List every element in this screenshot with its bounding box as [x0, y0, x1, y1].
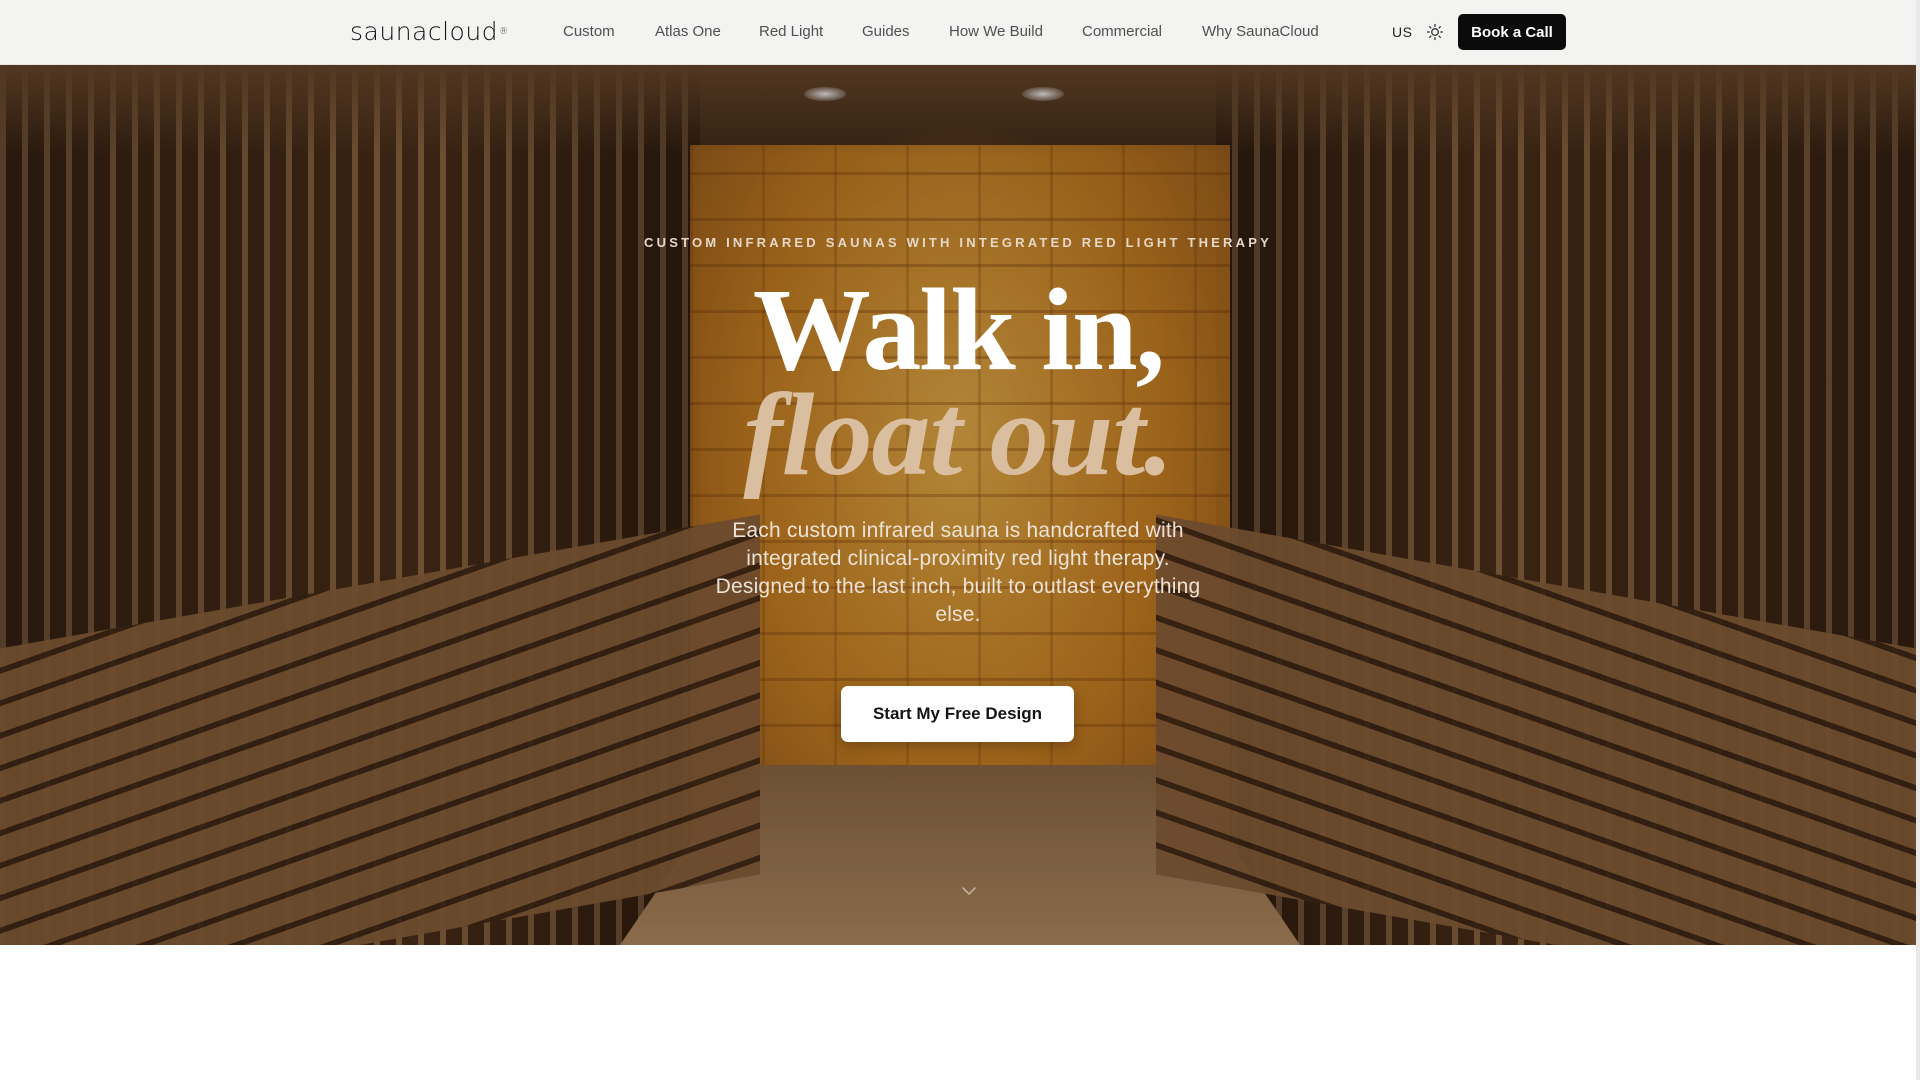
hero-dark-overlay: [0, 65, 1916, 945]
nav-link-how-we-build[interactable]: How We Build: [949, 22, 1043, 42]
nav-link-custom[interactable]: Custom: [563, 22, 615, 42]
nav-link-red-light[interactable]: Red Light: [759, 22, 823, 42]
nav-link-commercial[interactable]: Commercial: [1082, 22, 1162, 42]
region-selector[interactable]: US: [1392, 24, 1412, 40]
top-navigation: saunacloud® Custom Atlas One Red Light G…: [0, 0, 1916, 65]
book-a-call-button[interactable]: Book a Call: [1458, 14, 1566, 50]
sun-icon[interactable]: [1425, 22, 1445, 42]
hero-headline-line2: float out.: [743, 369, 1173, 500]
main-menu: Custom Atlas One Red Light Guides How We…: [0, 0, 1916, 64]
hero-description: Each custom infrared sauna is handcrafte…: [715, 519, 1201, 626]
hero-eyebrow: CUSTOM INFRARED SAUNAS WITH INTEGRATED R…: [644, 235, 1272, 250]
page-scrollbar[interactable]: [1916, 0, 1920, 1080]
nav-link-atlas-one[interactable]: Atlas One: [655, 22, 721, 42]
start-free-design-button[interactable]: Start My Free Design: [841, 686, 1074, 742]
hero-section: CUSTOM INFRARED SAUNAS WITH INTEGRATED R…: [0, 65, 1916, 945]
chevron-down-icon[interactable]: [961, 883, 977, 895]
nav-link-why-saunacloud[interactable]: Why SaunaCloud: [1202, 22, 1319, 42]
nav-link-guides[interactable]: Guides: [862, 22, 910, 42]
